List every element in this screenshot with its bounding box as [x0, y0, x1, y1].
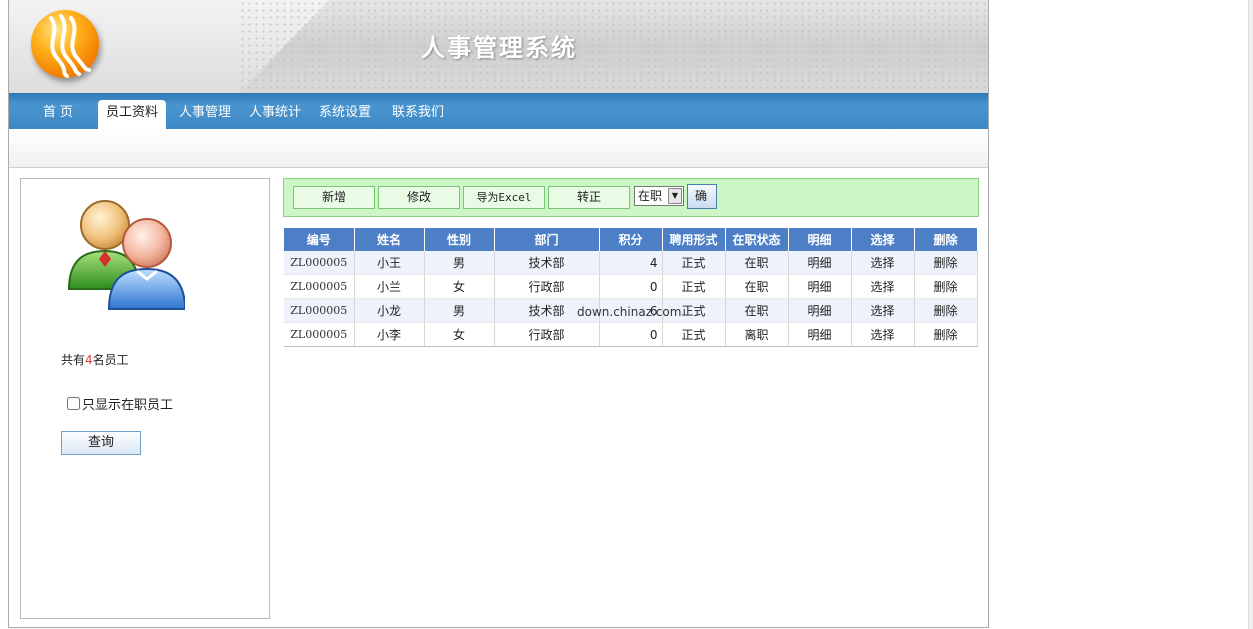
cell-status: 在职	[725, 274, 789, 299]
nav-item-system-settings[interactable]: 系统设置	[315, 102, 375, 129]
detail-link[interactable]: 明细	[788, 298, 852, 323]
detail-link[interactable]: 明细	[788, 251, 852, 275]
cell-department: 技术部	[494, 298, 600, 323]
status-select[interactable]: 在职 ▼	[634, 186, 684, 206]
cell-score: 6	[599, 298, 663, 323]
filter-panel: 共有4名员工 只显示在职员工 查询	[20, 178, 270, 619]
cell-status: 在职	[725, 251, 789, 275]
table-row: ZL000005 小兰 女 行政部 0 正式 在职 明细 选择 删除	[284, 274, 978, 299]
cell-score: 0	[599, 322, 663, 347]
cell-code: ZL000005	[284, 298, 355, 323]
app-title: 人事管理系统	[421, 33, 577, 62]
swirl-logo-icon	[31, 10, 99, 78]
cell-code: ZL000005	[284, 274, 355, 299]
table-row: ZL000005 小龙 男 技术部 6 正式 在职 明细 选择 删除	[284, 298, 978, 323]
col-header-department: 部门	[494, 228, 600, 251]
delete-link[interactable]: 删除	[914, 298, 978, 323]
cell-name: 小兰	[354, 274, 425, 299]
active-only-row: 只显示在职员工	[67, 394, 173, 413]
nav-item-hr-management[interactable]: 人事管理	[175, 102, 235, 129]
cell-gender: 女	[424, 274, 495, 299]
active-only-label: 只显示在职员工	[82, 398, 174, 413]
col-header-code: 编号	[284, 228, 355, 251]
cell-name: 小李	[354, 322, 425, 347]
employee-table: 编号 姓名 性别 部门 积分 聘用形式 在职状态 明细 选择 删除 ZL0000…	[284, 228, 978, 347]
select-link[interactable]: 选择	[851, 274, 915, 299]
col-header-status: 在职状态	[725, 228, 789, 251]
cell-name: 小龙	[354, 298, 425, 323]
nav-item-hr-statistics[interactable]: 人事统计	[245, 102, 305, 129]
select-link[interactable]: 选择	[851, 251, 915, 275]
action-toolbar: 新增 修改 导为Excel 转正 在职 ▼ 确定	[283, 178, 979, 217]
header-banner: 人事管理系统	[9, 0, 988, 93]
main-nav: 首 页 员工资料 人事管理 人事统计 系统设置 联系我们	[9, 93, 988, 129]
edit-button[interactable]: 修改	[378, 186, 460, 209]
sub-bar	[9, 129, 988, 168]
cell-gender: 女	[424, 322, 495, 347]
col-header-select: 选择	[851, 228, 915, 251]
add-button[interactable]: 新增	[293, 186, 375, 209]
col-header-detail: 明细	[788, 228, 852, 251]
col-header-score: 积分	[599, 228, 663, 251]
delete-link[interactable]: 删除	[914, 322, 978, 347]
cell-score: 4	[599, 251, 663, 275]
chevron-down-icon[interactable]: ▼	[668, 188, 682, 204]
cell-gender: 男	[424, 251, 495, 275]
delete-link[interactable]: 删除	[914, 251, 978, 275]
table-row: ZL000005 小李 女 行政部 0 正式 离职 明细 选择 删除	[284, 322, 978, 347]
banner-pattern	[239, 0, 988, 93]
cell-code: ZL000005	[284, 251, 355, 275]
delete-link[interactable]: 删除	[914, 274, 978, 299]
cell-score: 0	[599, 274, 663, 299]
cell-code: ZL000005	[284, 322, 355, 347]
regularize-button[interactable]: 转正	[548, 186, 630, 209]
table-header-row: 编号 姓名 性别 部门 积分 聘用形式 在职状态 明细 选择 删除	[284, 228, 978, 251]
cell-status: 在职	[725, 298, 789, 323]
count-prefix: 共有	[61, 353, 86, 367]
nav-item-home[interactable]: 首 页	[35, 102, 81, 129]
cell-employment-type: 正式	[662, 251, 726, 275]
active-only-checkbox[interactable]	[67, 397, 80, 410]
col-header-employment-type: 聘用形式	[662, 228, 726, 251]
export-excel-button[interactable]: 导为Excel	[463, 186, 545, 209]
cell-name: 小王	[354, 251, 425, 275]
cell-department: 行政部	[494, 322, 600, 347]
nav-item-contact-us[interactable]: 联系我们	[388, 102, 448, 129]
query-button[interactable]: 查询	[61, 431, 141, 455]
cell-employment-type: 正式	[662, 298, 726, 323]
col-header-delete: 删除	[914, 228, 978, 251]
page-scrollbar[interactable]	[1248, 0, 1253, 629]
detail-link[interactable]: 明细	[788, 274, 852, 299]
cell-employment-type: 正式	[662, 322, 726, 347]
cell-department: 技术部	[494, 251, 600, 275]
select-link[interactable]: 选择	[851, 298, 915, 323]
status-select-value: 在职	[638, 189, 663, 203]
select-link[interactable]: 选择	[851, 322, 915, 347]
cell-employment-type: 正式	[662, 274, 726, 299]
col-header-name: 姓名	[354, 228, 425, 251]
confirm-button[interactable]: 确定	[687, 184, 717, 209]
count-suffix: 名员工	[92, 353, 129, 367]
cell-status: 离职	[725, 322, 789, 347]
detail-link[interactable]: 明细	[788, 322, 852, 347]
app-frame: 人事管理系统 首 页 员工资料 人事管理 人事统计 系统设置 联系我们 共有4名…	[8, 0, 989, 628]
cell-department: 行政部	[494, 274, 600, 299]
count-number: 4	[85, 353, 93, 367]
nav-item-employee-info[interactable]: 员工资料	[98, 100, 166, 129]
col-header-gender: 性别	[424, 228, 495, 251]
table-row: ZL000005 小王 男 技术部 4 正式 在职 明细 选择 删除	[284, 251, 978, 275]
cell-gender: 男	[424, 298, 495, 323]
users-icon	[67, 200, 185, 310]
employee-count: 共有4名员工	[61, 351, 129, 368]
